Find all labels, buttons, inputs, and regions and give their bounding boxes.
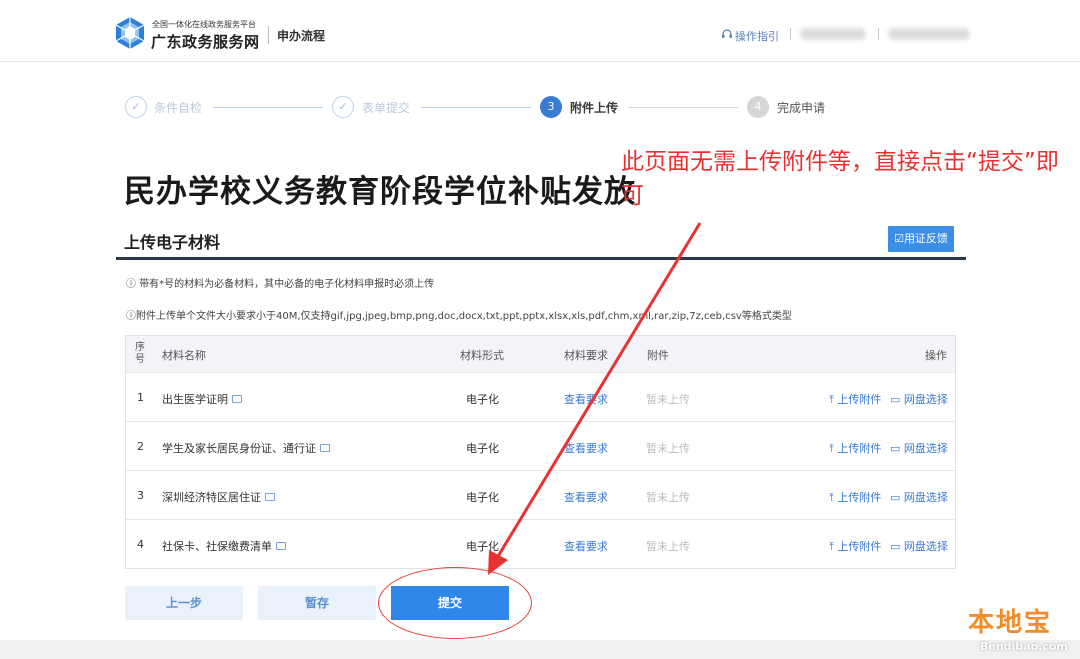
required-note: ⓘ 带有*号的材料为必备材料，其中必备的电子化材料申报时必须上传 (126, 279, 435, 290)
material-name-text: 学生及家长居民身份证、通行证 (162, 442, 316, 455)
section-title: 上传电子材料 (124, 233, 221, 252)
save-draft-button[interactable]: 暂存 (258, 586, 376, 620)
netdisk-label: 网盘选择 (903, 393, 948, 406)
table-row: 3 深圳经济特区居住证 电子化 查看要求 暂未上传 ⤒ 上传附件 ▭ 网盘选择 (126, 470, 955, 519)
header-attachment: 附件 (647, 349, 669, 362)
netdisk-select-button[interactable]: ▭ 网盘选择 (890, 538, 948, 554)
material-form: 电子化 (466, 491, 499, 504)
top-header: 全国一体化在线政务服务平台 广东政务服务网 申办流程 操作指引 (0, 0, 1080, 62)
upload-attachment-button[interactable]: ⤒ 上传附件 (829, 440, 881, 456)
step-1-check-icon: ✓ (125, 96, 147, 118)
material-name-text: 社保卡、社保缴费清单 (162, 540, 272, 553)
header-page-name: 申办流程 (277, 29, 326, 43)
view-requirement-link[interactable]: 查看要求 (564, 440, 608, 456)
id-card-icon[interactable] (320, 444, 330, 452)
attachment-status: 暂未上传 (646, 540, 690, 553)
user-account-redacted[interactable] (888, 28, 970, 40)
file-format-note: ⓘ附件上传单个文件大小要求小于40M,仅支持gif,jpg,jpeg,bmp,p… (126, 311, 792, 322)
view-requirement-link[interactable]: 查看要求 (564, 489, 608, 505)
folder-icon: ▭ (890, 540, 904, 553)
page-title: 民办学校义务教育阶段学位补贴发放 (124, 174, 636, 210)
brand-subtitle: 全国一体化在线政务服务平台 (152, 20, 256, 29)
table-row: 1 出生医学证明 电子化 查看要求 暂未上传 ⤒ 上传附件 ▭ 网盘选择 (126, 372, 955, 421)
upload-attachment-button[interactable]: ⤒ 上传附件 (829, 489, 881, 505)
header-requirement: 材料要求 (564, 349, 608, 362)
material-name: 社保卡、社保缴费清单 (162, 538, 286, 554)
upload-label: 上传附件 (837, 393, 882, 406)
upload-label: 上传附件 (837, 540, 882, 553)
brand-name[interactable]: 广东政务服务网 (151, 31, 260, 52)
header-separator (790, 28, 791, 40)
id-card-icon[interactable] (276, 542, 286, 550)
step-2-check-icon: ✓ (332, 96, 354, 118)
folder-icon: ▭ (890, 442, 904, 455)
step-connector (628, 107, 738, 108)
row-seq: 4 (137, 538, 144, 551)
header-name: 材料名称 (162, 349, 206, 362)
attachment-status: 暂未上传 (646, 393, 690, 406)
row-seq: 1 (137, 391, 144, 404)
step-3-number: 3 (540, 96, 562, 118)
header-separator (878, 28, 879, 40)
netdisk-select-button[interactable]: ▭ 网盘选择 (890, 391, 948, 407)
feedback-button-label: 用证反馈 (903, 232, 948, 245)
material-name: 深圳经济特区居住证 (162, 489, 275, 505)
row-seq: 3 (137, 489, 144, 502)
netdisk-label: 网盘选择 (903, 442, 948, 455)
header-operation: 操作 (925, 349, 947, 362)
header-divider (268, 26, 269, 44)
previous-step-button[interactable]: 上一步 (125, 586, 243, 620)
footer-strip (0, 640, 1080, 659)
netdisk-label: 网盘选择 (903, 491, 948, 504)
feedback-button[interactable]: ☑用证反馈 (888, 226, 954, 252)
help-guide-link[interactable]: 操作指引 (735, 28, 779, 44)
material-form: 电子化 (466, 540, 499, 553)
red-ellipse-highlight (378, 567, 532, 639)
step-2-label: 表单提交 (362, 101, 411, 115)
header-form: 材料形式 (460, 349, 504, 362)
section-divider (116, 257, 966, 260)
material-form: 电子化 (466, 442, 499, 455)
row-seq: 2 (137, 440, 144, 453)
attachment-status: 暂未上传 (646, 491, 690, 504)
id-card-icon[interactable] (265, 493, 275, 501)
upload-attachment-button[interactable]: ⤒ 上传附件 (829, 391, 881, 407)
material-name-text: 深圳经济特区居住证 (162, 491, 261, 504)
upload-label: 上传附件 (837, 442, 882, 455)
header-seq: 序号 (135, 342, 145, 365)
headset-icon (722, 29, 732, 38)
edit-icon: ☑ (894, 232, 904, 245)
material-name-text: 出生医学证明 (162, 393, 228, 406)
material-name: 学生及家长居民身份证、通行证 (162, 440, 330, 456)
materials-table: 序号 材料名称 材料形式 材料要求 附件 操作 1 出生医学证明 电子化 查看要… (125, 335, 956, 569)
table-row: 2 学生及家长居民身份证、通行证 电子化 查看要求 暂未上传 ⤒ 上传附件 ▭ … (126, 421, 955, 470)
folder-icon: ▭ (890, 491, 904, 504)
id-card-icon[interactable] (232, 395, 242, 403)
table-row: 4 社保卡、社保缴费清单 电子化 查看要求 暂未上传 ⤒ 上传附件 ▭ 网盘选择 (126, 519, 955, 568)
watermark-logo: 本地宝 (968, 608, 1053, 638)
netdisk-select-button[interactable]: ▭ 网盘选择 (890, 440, 948, 456)
step-connector (213, 107, 323, 108)
red-annotation-text: 此页面无需上传附件等，直接点击“提交”即可 (621, 149, 1059, 209)
netdisk-select-button[interactable]: ▭ 网盘选择 (890, 489, 948, 505)
material-name: 出生医学证明 (162, 391, 242, 407)
upload-attachment-button[interactable]: ⤒ 上传附件 (829, 538, 881, 554)
step-connector (421, 107, 531, 108)
netdisk-label: 网盘选择 (903, 540, 948, 553)
view-requirement-link[interactable]: 查看要求 (564, 538, 608, 554)
folder-icon: ▭ (890, 393, 904, 406)
view-requirement-link[interactable]: 查看要求 (564, 391, 608, 407)
watermark-url: Bendibao.com (980, 640, 1068, 653)
material-form: 电子化 (466, 393, 499, 406)
user-info-redacted[interactable] (800, 28, 866, 40)
table-header: 序号 材料名称 材料形式 材料要求 附件 操作 (126, 336, 955, 372)
step-4-number: 4 (747, 96, 769, 118)
gd-gov-logo-icon[interactable] (114, 16, 146, 50)
attachment-status: 暂未上传 (646, 442, 690, 455)
upload-label: 上传附件 (837, 491, 882, 504)
step-3-label: 附件上传 (570, 101, 619, 115)
step-1-label: 条件自检 (154, 101, 203, 115)
step-4-label: 完成申请 (777, 101, 826, 115)
